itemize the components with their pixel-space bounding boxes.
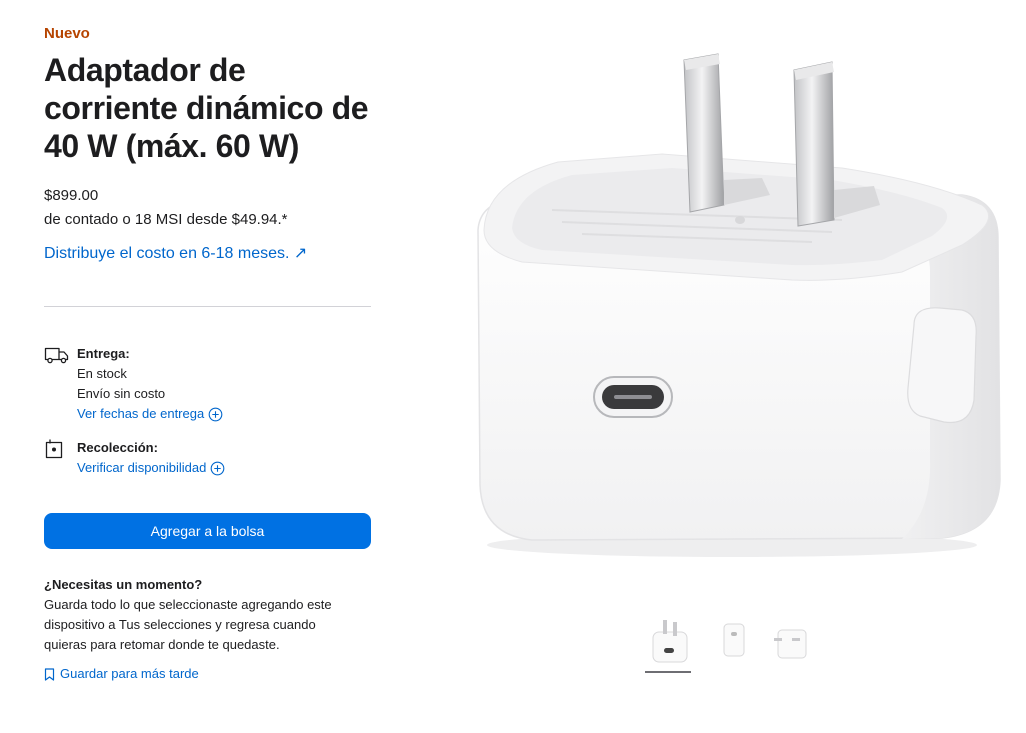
thumbnail-folded[interactable] <box>770 614 810 672</box>
delivery-dates-label: Ver fechas de entrega <box>77 406 205 421</box>
check-availability-link[interactable]: Verificar disponibilidad <box>77 458 371 478</box>
delivery-section: Entrega: En stock Envío sin costo Ver fe… <box>44 344 371 424</box>
store-bag-icon <box>45 439 63 459</box>
financing-link[interactable]: Distribuye el costo en 6-18 meses. ↗ <box>44 243 371 265</box>
product-title: Adaptador de corriente dinámico de 40 W … <box>44 52 369 164</box>
pickup-heading: Recolección: <box>77 440 158 455</box>
financing-text: de contado o 18 MSI desde $49.94.* <box>44 211 288 228</box>
delivery-dates-link[interactable]: Ver fechas de entrega <box>77 404 371 424</box>
plus-circle-icon <box>208 407 223 421</box>
divider <box>44 306 371 307</box>
add-to-bag-button[interactable]: Agregar a la bolsa <box>44 513 371 549</box>
save-description: Guarda todo lo que seleccionaste agregan… <box>44 597 332 652</box>
product-purchase-panel: Nuevo Adaptador de corriente dinámico de… <box>44 24 371 684</box>
stock-status: En stock <box>77 366 127 381</box>
save-title: ¿Necesitas un momento? <box>44 577 203 592</box>
save-for-later-link[interactable]: Guardar para más tarde <box>44 664 371 684</box>
check-availability-label: Verificar disponibilidad <box>77 460 207 475</box>
bookmark-icon <box>44 667 55 681</box>
shipping-text: Envío sin costo <box>77 386 166 401</box>
plus-circle-icon <box>211 461 225 475</box>
product-price: $899.00 <box>44 187 99 204</box>
image-gallery-thumbnails <box>640 614 830 676</box>
new-badge: Nuevo <box>44 25 90 42</box>
product-image <box>477 53 1001 557</box>
thumbnail-side[interactable] <box>718 614 748 672</box>
pickup-section: Recolección: Verificar disponibilidad <box>44 438 371 478</box>
delivery-heading: Entrega: <box>77 346 130 361</box>
selected-thumbnail-indicator <box>645 671 691 673</box>
save-for-later-label: Guardar para más tarde <box>60 666 199 681</box>
truck-icon <box>44 347 69 364</box>
thumbnail-front[interactable] <box>645 614 691 672</box>
